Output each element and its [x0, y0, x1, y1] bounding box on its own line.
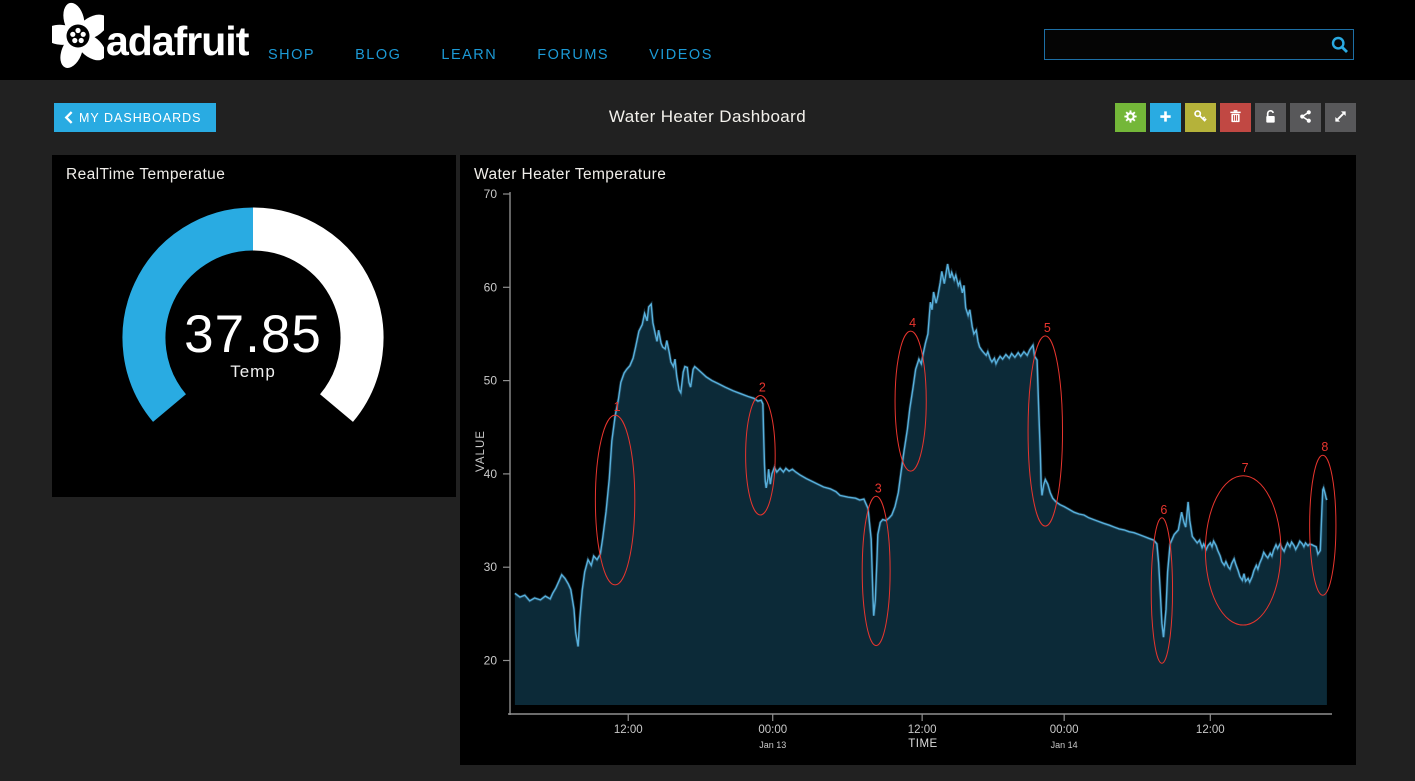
gear-icon	[1123, 109, 1138, 127]
keys-button[interactable]	[1185, 103, 1216, 132]
x-tick-label: 00:00	[1050, 724, 1079, 736]
adafruit-logo[interactable]: adafruit	[52, 2, 248, 70]
logo-wordmark: adafruit	[106, 18, 248, 65]
gauge-value: 37.85	[184, 305, 322, 364]
gauge-block: RealTime Temperatue 37.85 Temp	[52, 155, 456, 497]
annotation-number-1: 1	[614, 400, 621, 414]
adafruit-flower-icon	[52, 2, 104, 70]
nav-link-videos[interactable]: VIDEOS	[649, 47, 713, 63]
settings-button[interactable]	[1115, 103, 1146, 132]
privacy-button[interactable]	[1255, 103, 1286, 132]
chart-block: Water Heater Temperature 706050403020VAL…	[460, 155, 1356, 765]
trash-icon	[1228, 109, 1243, 127]
expand-icon	[1333, 109, 1348, 127]
delete-button[interactable]	[1220, 103, 1251, 132]
main-nav: SHOP BLOG LEARN FORUMS VIDEOS	[268, 47, 713, 63]
nav-link-forums[interactable]: FORUMS	[537, 47, 609, 63]
nav-link-shop[interactable]: SHOP	[268, 47, 315, 63]
annotation-number-7: 7	[1242, 461, 1249, 475]
x-tick-sublabel: Jan 14	[1051, 740, 1078, 750]
gauge-label: Temp	[230, 362, 276, 381]
plus-icon	[1158, 109, 1173, 127]
annotation-number-2: 2	[759, 381, 766, 395]
search-input[interactable]	[1045, 37, 1327, 53]
add-block-button[interactable]	[1150, 103, 1181, 132]
annotation-number-4: 4	[909, 316, 916, 330]
x-tick-label: 00:00	[758, 724, 787, 736]
nav-link-blog[interactable]: BLOG	[355, 47, 401, 63]
annotation-number-5: 5	[1044, 321, 1051, 335]
x-axis-title: TIME	[908, 738, 937, 750]
y-tick-label: 60	[484, 280, 498, 294]
annotation-number-6: 6	[1160, 503, 1167, 517]
y-tick-label: 70	[484, 187, 498, 201]
x-tick-label: 12:00	[1196, 724, 1225, 736]
y-tick-label: 30	[484, 560, 498, 574]
gauge-title: RealTime Temperatue	[66, 166, 225, 184]
search-box	[1044, 29, 1354, 60]
nav-link-learn[interactable]: LEARN	[441, 47, 497, 63]
search-icon[interactable]	[1327, 32, 1353, 58]
fullscreen-button[interactable]	[1325, 103, 1356, 132]
chart-area	[515, 264, 1327, 705]
temperature-gauge: 37.85 Temp	[52, 155, 456, 497]
unlock-icon	[1263, 109, 1278, 127]
x-tick-label: 12:00	[908, 724, 937, 736]
annotation-number-3: 3	[875, 481, 882, 495]
dashboard-toolbar	[1115, 103, 1356, 132]
key-icon	[1193, 109, 1208, 127]
y-axis-title: VALUE	[475, 430, 487, 472]
chart-title: Water Heater Temperature	[474, 166, 666, 184]
site-header: adafruit SHOP BLOG LEARN FORUMS VIDEOS	[0, 0, 1415, 80]
annotation-number-8: 8	[1321, 440, 1328, 454]
x-tick-sublabel: Jan 13	[759, 740, 786, 750]
x-tick-label: 12:00	[614, 724, 643, 736]
temperature-chart: 706050403020VALUE12:0000:00Jan 1312:0000…	[460, 155, 1356, 765]
share-button[interactable]	[1290, 103, 1321, 132]
y-tick-label: 20	[484, 654, 498, 668]
share-icon	[1298, 109, 1313, 127]
y-tick-label: 50	[484, 374, 498, 388]
